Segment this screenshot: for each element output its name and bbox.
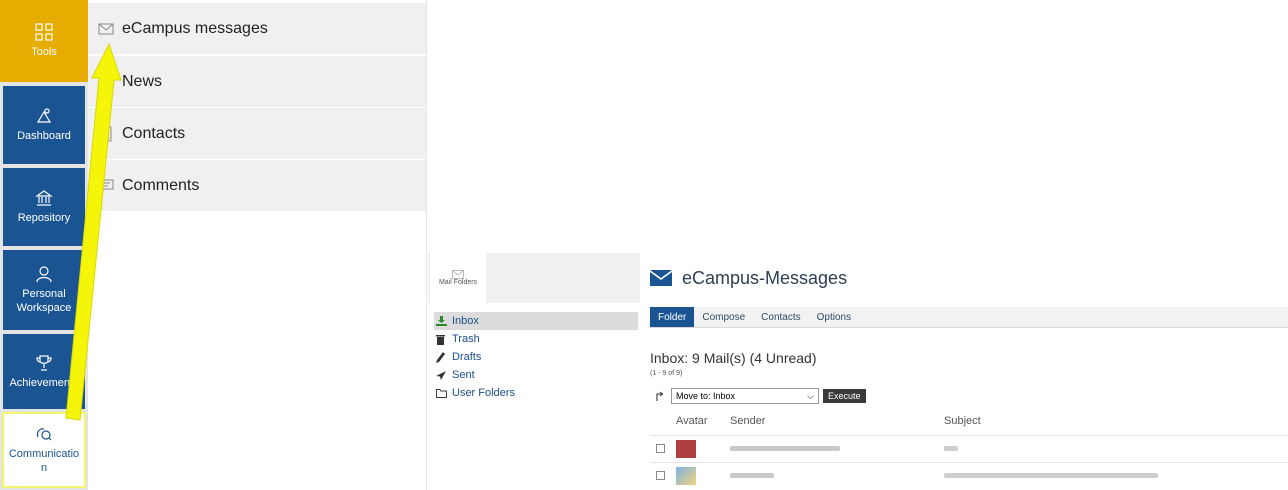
tab-compose[interactable]: Compose xyxy=(694,307,753,327)
mainbar-label-communication: Communication xyxy=(8,448,80,474)
move-to-row: Move to: Inbox ⌵ Execute xyxy=(656,388,866,404)
tab-options[interactable]: Options xyxy=(809,307,859,327)
mail-folders-tab[interactable]: Mail Folders xyxy=(430,253,486,303)
mail-main-area: eCampus-Messages Folder Compose Contacts… xyxy=(650,253,1288,490)
column-avatar[interactable]: Avatar xyxy=(676,415,708,427)
column-sender[interactable]: Sender xyxy=(730,415,765,427)
move-to-select[interactable]: Move to: Inbox ⌵ xyxy=(671,388,819,404)
mainbar-item-communication[interactable]: Communication xyxy=(2,412,86,488)
mail-header: eCampus-Messages xyxy=(650,263,847,293)
folder-trash-label: Trash xyxy=(452,333,480,345)
dashboard-icon xyxy=(36,108,52,123)
mail-folders-tab-bar: Mail Folders xyxy=(428,253,640,303)
folder-drafts[interactable]: Drafts xyxy=(434,348,638,366)
communication-slate: eCampus messages News Contacts Comments xyxy=(88,0,426,490)
contacts-icon xyxy=(98,126,116,142)
repository-icon xyxy=(35,190,53,206)
mainbar-label-dashboard: Dashboard xyxy=(17,130,71,142)
avatar xyxy=(676,440,696,458)
move-to-value: Move to: Inbox xyxy=(676,391,736,401)
subject-blurred xyxy=(944,473,1158,478)
slate-item-contacts[interactable]: Contacts xyxy=(88,108,426,160)
sender-blurred xyxy=(730,446,840,451)
mail-tabs: Folder Compose Contacts Options xyxy=(650,307,1288,328)
folder-drafts-label: Drafts xyxy=(452,351,482,363)
mainbar-item-achievements[interactable]: Achievements xyxy=(3,334,85,409)
slate-item-comments[interactable]: Comments xyxy=(88,160,426,212)
chevron-down-icon: ⌵ xyxy=(807,390,814,401)
send-icon xyxy=(436,370,448,380)
main-bar: Tools Dashboard Repository Personal Work… xyxy=(0,0,88,490)
tab-contacts[interactable]: Contacts xyxy=(753,307,808,327)
mainbar-item-dashboard[interactable]: Dashboard xyxy=(3,86,85,164)
table-row[interactable] xyxy=(650,435,1288,462)
row-checkbox[interactable] xyxy=(656,471,665,480)
trash-icon xyxy=(436,334,448,345)
folder-sent-label: Sent xyxy=(452,369,475,381)
envelope-icon xyxy=(452,270,464,279)
sender-blurred xyxy=(730,473,774,478)
row-checkbox[interactable] xyxy=(656,444,665,453)
folder-user-folders-label: User Folders xyxy=(452,387,515,399)
envelope-icon xyxy=(650,270,672,286)
mainbar-label-repository: Repository xyxy=(17,212,71,224)
mainbar-item-personal-workspace[interactable]: Personal Workspace xyxy=(3,250,85,330)
execute-button[interactable]: Execute xyxy=(823,389,866,403)
inbox-summary: Inbox: 9 Mail(s) (4 Unread) xyxy=(650,350,817,366)
table-row[interactable] xyxy=(650,462,1288,489)
mainbar-label-achievements: Achievements xyxy=(9,376,79,389)
news-icon xyxy=(98,75,116,89)
mail-range: (1 - 9 of 9) xyxy=(650,370,683,377)
comments-icon xyxy=(98,179,116,193)
mail-folders-tab-label: Mail Folders xyxy=(438,279,478,286)
mail-folder-list: Inbox Trash Drafts Sent User Folders xyxy=(434,312,638,402)
pencil-icon xyxy=(436,351,448,363)
inbox-icon xyxy=(436,316,448,326)
column-subject[interactable]: Subject xyxy=(944,415,981,427)
folder-icon xyxy=(436,388,448,398)
trophy-icon xyxy=(36,354,52,371)
corner-arrow-icon xyxy=(656,391,664,401)
mainbar-item-tools[interactable]: Tools xyxy=(0,0,88,82)
slate-divider xyxy=(426,0,427,490)
mainbar-label-tools: Tools xyxy=(31,46,57,58)
personal-workspace-icon xyxy=(36,266,52,283)
avatar xyxy=(676,467,696,485)
slate-item-ecampus-messages[interactable]: eCampus messages xyxy=(88,3,426,55)
folder-inbox-label: Inbox xyxy=(452,315,479,327)
tab-folder[interactable]: Folder xyxy=(650,307,695,327)
slate-label-news: News xyxy=(122,72,163,90)
communication-icon xyxy=(36,428,52,441)
mail-page-title: eCampus-Messages xyxy=(682,267,848,288)
tools-grid-icon xyxy=(35,23,53,41)
slate-item-news[interactable]: News xyxy=(88,56,426,108)
slate-label-contacts: Contacts xyxy=(122,124,186,142)
folder-sent[interactable]: Sent xyxy=(434,366,638,384)
slate-label-comments: Comments xyxy=(122,176,200,194)
slate-label-ecampus-messages: eCampus messages xyxy=(122,19,268,37)
mainbar-item-repository[interactable]: Repository xyxy=(3,168,85,246)
mail-table-header: Avatar Sender Subject xyxy=(650,415,1288,431)
folder-user-folders[interactable]: User Folders xyxy=(434,384,638,402)
mainbar-label-personal-workspace: Personal Workspace xyxy=(16,288,72,314)
folder-inbox[interactable]: Inbox xyxy=(434,312,638,330)
envelope-icon xyxy=(98,23,116,35)
folder-trash[interactable]: Trash xyxy=(434,330,638,348)
subject-blurred xyxy=(944,446,958,451)
